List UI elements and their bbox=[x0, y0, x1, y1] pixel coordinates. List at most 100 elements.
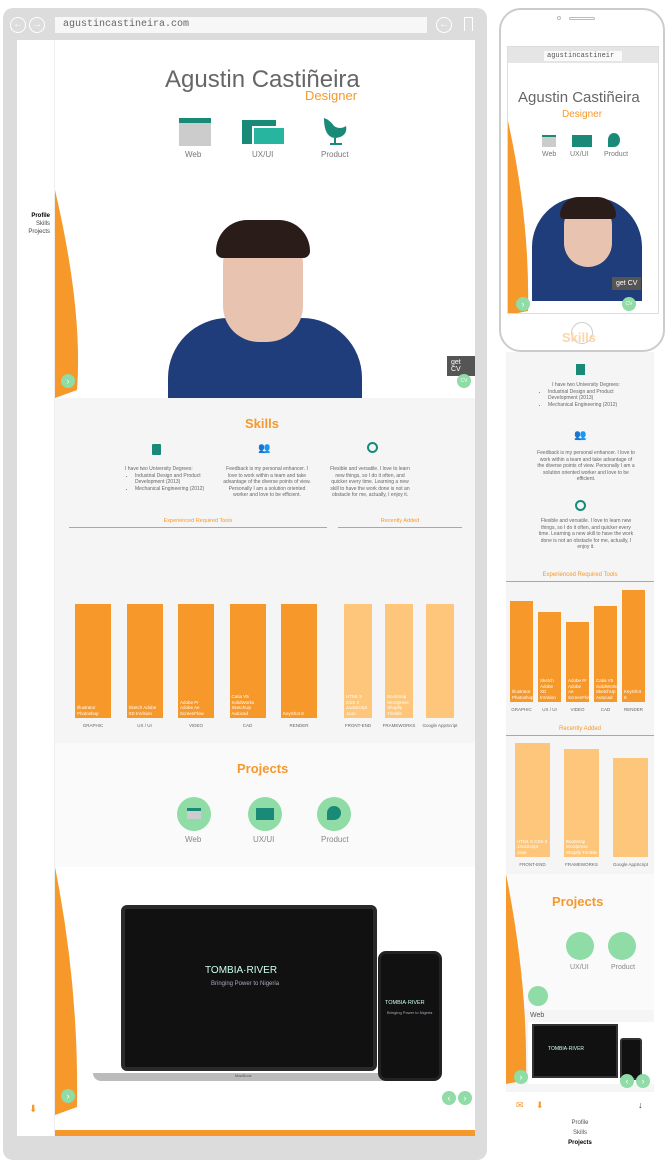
bar: Sketch Adobe XD InVision bbox=[126, 604, 163, 718]
desktop-browser-window: ← → agustincastineira.com ← Profile Skil… bbox=[3, 8, 487, 1160]
footer-nav-projects[interactable]: Projects bbox=[506, 1138, 654, 1148]
project-uxui-icon[interactable] bbox=[248, 797, 282, 831]
mobile-project-uxui[interactable]: UX/UI bbox=[570, 964, 589, 971]
project-uxui-label[interactable]: UX/UI bbox=[253, 835, 274, 844]
orange-swoosh bbox=[508, 121, 529, 313]
bar: Adobe Pr Adobe Ae ScreenFlow bbox=[566, 622, 592, 702]
category-web[interactable]: Web bbox=[185, 150, 201, 159]
phone-address-bar[interactable]: agustincastineir bbox=[544, 51, 622, 61]
footer-bar bbox=[55, 1130, 475, 1136]
showcase-brand: TOMBIA·RIVER bbox=[205, 965, 278, 976]
project-uxui-icon[interactable] bbox=[566, 932, 594, 960]
category-label: Google AppScript bbox=[612, 862, 649, 867]
project-product-label[interactable]: Product bbox=[321, 835, 349, 844]
category-label: FRONT-END bbox=[519, 862, 546, 867]
phone-get-cv: get CV bbox=[612, 277, 642, 290]
bar: KeyShot 8 bbox=[622, 590, 645, 702]
browser-window-icon[interactable] bbox=[179, 118, 211, 146]
bar-label: Illustrator Photoshop bbox=[77, 705, 99, 716]
next-arrow-icon[interactable]: › bbox=[514, 1070, 528, 1084]
download-icon[interactable]: ⬇ bbox=[536, 1100, 544, 1111]
category-label: GRAPHIC bbox=[82, 723, 104, 728]
bookmark-icon[interactable] bbox=[464, 17, 473, 31]
download-icon[interactable]: ⬇ bbox=[29, 1105, 41, 1115]
footer-nav-profile[interactable]: Profile bbox=[506, 1118, 654, 1128]
bar-label: Bootstrap Wordpress Shopify Trimble bbox=[387, 694, 409, 716]
project-web-icon[interactable] bbox=[528, 986, 548, 1006]
phone-mockup: TOMBIA·RIVER Bringing Power to Nigeria bbox=[378, 951, 442, 1081]
phone-category-web[interactable]: Web bbox=[542, 151, 556, 158]
mobile-footer: ✉ ⬇ ↓ Profile Skills Projects bbox=[506, 1092, 654, 1160]
category-label: UX / UI bbox=[137, 723, 152, 728]
phone-screen: agustincastineir Agustin Castiñeira Desi… bbox=[507, 46, 659, 314]
bar-label: Catia V5 SolidWorks SketchUp Autocad bbox=[231, 694, 255, 716]
layered-screens-icon[interactable] bbox=[572, 135, 592, 147]
footer-nav-skills[interactable]: Skills bbox=[506, 1128, 654, 1138]
category-label: RENDER bbox=[623, 707, 643, 712]
mobile-bar-chart: Illustrator Photoshop GRAPHIC Sketch Adobe… bbox=[506, 352, 654, 872]
skills-bar-chart: Illustrator Photoshop GRAPHIC Sketch Adobe… bbox=[55, 398, 475, 743]
layered-screens-icon[interactable] bbox=[242, 120, 286, 146]
bar: HTML 5 CSS 3 JavaScript Json bbox=[344, 604, 372, 718]
category-label: RENDER bbox=[289, 723, 309, 728]
mobile-page: Skills I have two University Degrees: In… bbox=[506, 330, 654, 1160]
category-product[interactable]: Product bbox=[321, 150, 349, 159]
browser-window-icon[interactable] bbox=[542, 135, 556, 147]
bar-label: Illustrator Photoshop bbox=[512, 689, 534, 700]
arrow-left-icon[interactable]: ← bbox=[10, 17, 26, 33]
mobile-showcase: TOMBIA·RIVER bbox=[528, 1022, 654, 1084]
back-arrow-icon[interactable]: ← bbox=[436, 17, 452, 33]
project-product-icon[interactable] bbox=[608, 932, 636, 960]
hero-role: Designer bbox=[305, 88, 358, 103]
phone-frame: agustincastineir Agustin Castiñeira Desi… bbox=[499, 8, 665, 352]
bar: Catia V5 SolidWorks SketchUp Autocad bbox=[229, 604, 266, 718]
category-label: FRAMEWORKS bbox=[382, 723, 416, 728]
category-uxui[interactable]: UX/UI bbox=[252, 150, 273, 159]
next-slide-icon[interactable]: › bbox=[458, 1091, 472, 1105]
phone-brand: TOMBIA·RIVER bbox=[385, 1000, 425, 1006]
egg-chair-icon[interactable] bbox=[320, 114, 350, 146]
mail-icon[interactable]: ✉ bbox=[516, 1100, 524, 1111]
mobile-project-product[interactable]: Product bbox=[611, 964, 635, 971]
next-arrow-icon[interactable]: › bbox=[61, 374, 75, 388]
laptop-label: MacBook bbox=[235, 1073, 252, 1078]
bar: KeyShot 8 bbox=[281, 604, 317, 718]
hero-section: › Agustin Castiñeira Designer Web UX/UI … bbox=[55, 40, 475, 398]
nav-projects[interactable]: Projects bbox=[17, 228, 54, 236]
phone-tagline: Bringing Power to Nigeria bbox=[387, 1010, 433, 1015]
category-label: GRAPHIC bbox=[511, 707, 532, 712]
cv-button[interactable]: CV bbox=[457, 374, 471, 388]
bar-label: Bootstrap Wordpress Shopify Trimble bbox=[566, 838, 598, 855]
egg-chair-icon[interactable] bbox=[608, 133, 620, 147]
orange-swoosh bbox=[506, 874, 527, 1084]
bar-label: Catia V5 SolidWorks SketchUp Autocad bbox=[596, 678, 619, 700]
nav-profile[interactable]: Profile bbox=[17, 212, 54, 220]
bar-label: Sketch Adobe XD InVision bbox=[128, 705, 157, 716]
next-slide-icon[interactable]: › bbox=[636, 1074, 650, 1088]
arrow-down-icon[interactable]: ↓ bbox=[638, 1100, 643, 1110]
prev-arrow-icon[interactable]: ‹ bbox=[442, 1091, 456, 1105]
bar: Bootstrap Wordpress Shopify Trimble bbox=[564, 749, 599, 857]
category-label: FRONT-END bbox=[344, 723, 372, 728]
phone-category-product[interactable]: Product bbox=[604, 151, 628, 158]
category-label: FRAMEWORKS bbox=[565, 862, 598, 867]
bar: Sketch Adobe XD InVision bbox=[538, 612, 561, 702]
next-arrow-icon[interactable]: › bbox=[61, 1089, 75, 1103]
nav-skills[interactable]: Skills bbox=[17, 220, 54, 228]
project-product-icon[interactable] bbox=[317, 797, 351, 831]
next-arrow-icon[interactable]: › bbox=[516, 297, 530, 311]
phone-cv-button[interactable]: CV bbox=[622, 297, 636, 311]
project-web-icon[interactable] bbox=[177, 797, 211, 831]
phone-hero-name: Agustin Castiñeira bbox=[518, 89, 640, 106]
category-label: UX / UI bbox=[542, 707, 557, 712]
prev-arrow-icon[interactable]: ‹ bbox=[620, 1074, 634, 1088]
project-web-label[interactable]: Web bbox=[185, 835, 201, 844]
bar: Bootstrap Wordpress Shopify Trimble bbox=[385, 604, 413, 718]
phone-category-uxui[interactable]: UX/UI bbox=[570, 151, 589, 158]
address-bar[interactable]: agustincastineira.com bbox=[55, 17, 427, 33]
projects-section: Projects Web UX/UI Product bbox=[55, 743, 475, 867]
arrow-right-icon[interactable]: → bbox=[29, 17, 45, 33]
bar-label: Adobe Pr Adobe Ae ScreenFlow bbox=[180, 699, 204, 716]
side-nav: Profile Skills Projects ⬇ bbox=[17, 40, 55, 1136]
projects-title: Projects bbox=[237, 761, 289, 776]
